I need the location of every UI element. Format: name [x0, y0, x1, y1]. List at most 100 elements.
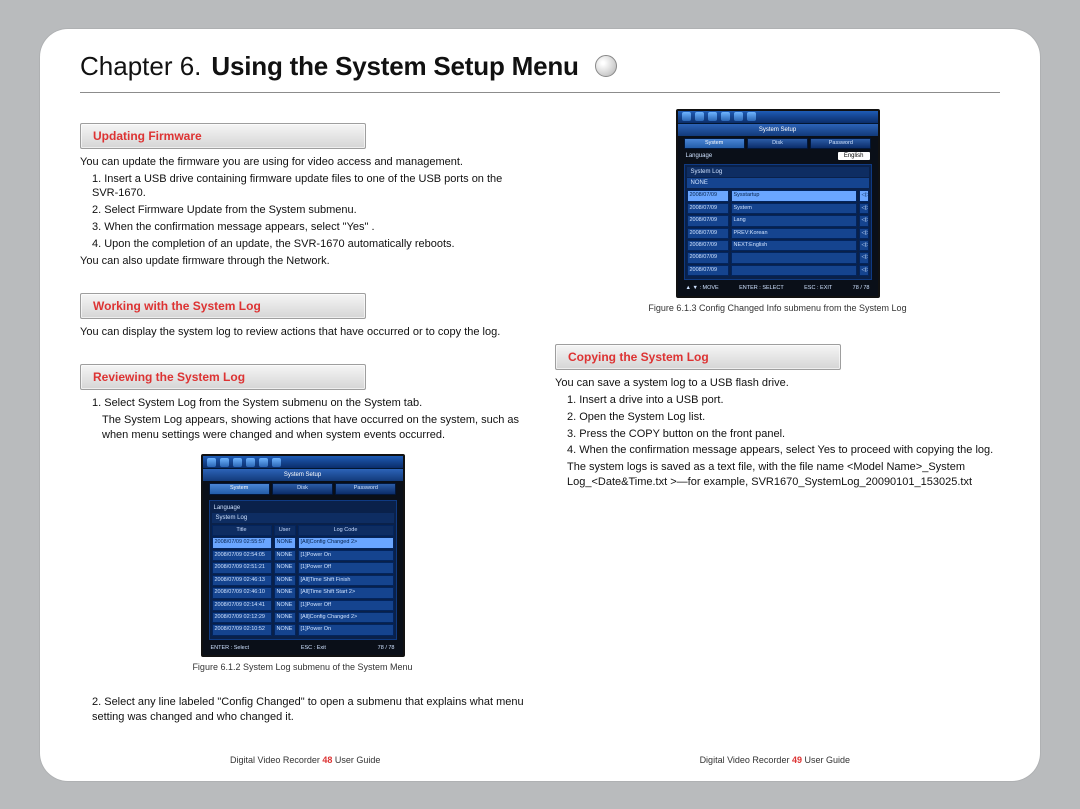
chapter-number: Chapter 6. — [80, 51, 201, 82]
mini-tab-disk: Disk — [272, 483, 333, 494]
mini-window-title: System Setup — [203, 469, 403, 481]
table-row: 2008/07/09◁▷ — [687, 252, 869, 263]
table-row: 2008/07/09 02:46:13NONE[All]Time Shift F… — [212, 575, 394, 586]
mini-field-label: Language — [212, 503, 394, 513]
page-number: 48 — [322, 755, 332, 765]
list-item: 2. Select any line labeled "Config Chang… — [80, 695, 525, 725]
footer-text: Digital Video Recorder — [700, 755, 792, 765]
table-row: 2008/07/09System◁▷ — [687, 203, 869, 214]
mini-toolbar — [203, 456, 403, 469]
footer-left: Digital Video Recorder 48 User Guide — [230, 755, 380, 765]
footer-text: User Guide — [332, 755, 380, 765]
body-text: The System Log appears, showing actions … — [80, 413, 525, 443]
col-user: User — [274, 525, 296, 536]
mini-tab-system: System — [684, 138, 745, 149]
toolbar-icon — [695, 112, 704, 121]
mini-label: Language — [686, 152, 713, 160]
toolbar-icon — [708, 112, 717, 121]
heading-working-syslog: Working with the System Log — [80, 293, 366, 319]
mini-group-label: System Log — [212, 513, 394, 523]
col-logcode: Log Code — [298, 525, 394, 536]
body-text: You can save a system log to a USB flash… — [555, 376, 1000, 391]
table-row: 2008/07/09PREV:Korean◁▷ — [687, 228, 869, 239]
hint-enter: ENTER : Select — [211, 645, 250, 652]
list-item: 4. Upon the completion of an update, the… — [80, 237, 525, 252]
table-row: 2008/07/09 02:54:05NONE[1]Power On — [212, 550, 394, 561]
left-column: Updating Firmware You can update the fir… — [80, 109, 525, 737]
toolbar-icon — [233, 458, 242, 467]
toolbar-icon — [272, 458, 281, 467]
hint-select: ENTER : SELECT — [739, 285, 784, 292]
divider — [80, 92, 1000, 93]
chapter-header: Chapter 6. Using the System Setup Menu — [80, 51, 617, 82]
hint-exit: ESC : EXIT — [804, 285, 832, 292]
footer-right: Digital Video Recorder 49 User Guide — [700, 755, 850, 765]
mini-tabs: System Disk Password — [678, 136, 878, 151]
mini-footer: ▲ ▼ : MOVE ENTER : SELECT ESC : EXIT 78 … — [678, 283, 878, 292]
mini-value: English — [838, 152, 870, 160]
heading-updating-firmware: Updating Firmware — [80, 123, 366, 149]
page-number: 49 — [792, 755, 802, 765]
toolbar-icon — [259, 458, 268, 467]
figure-caption: Figure 6.1.2 System Log submenu of the S… — [192, 661, 412, 673]
list-item: 4. When the confirmation message appears… — [555, 443, 1000, 458]
table-row: 2008/07/09 02:14:41NONE[1]Power Off — [212, 600, 394, 611]
heading-reviewing-syslog: Reviewing the System Log — [80, 364, 366, 390]
mini-window-title: System Setup — [678, 124, 878, 136]
right-column: System Setup System Disk Password Langua… — [555, 109, 1000, 737]
mini-row: Language English — [678, 151, 878, 161]
figure-caption: Figure 6.1.3 Config Changed Info submenu… — [648, 302, 906, 314]
list-item: 2. Select Firmware Update from the Syste… — [80, 203, 525, 218]
mini-tab-password: Password — [335, 483, 396, 494]
table-row: 2008/07/09Lang◁▷ — [687, 215, 869, 226]
table-row: 2008/07/09NEXT:English◁▷ — [687, 240, 869, 251]
list-item: 2. Open the System Log list. — [555, 410, 1000, 425]
page-card: Chapter 6. Using the System Setup Menu U… — [40, 29, 1040, 781]
mini-table-head: Title User Log Code — [212, 525, 394, 536]
hint-move: ▲ ▼ : MOVE — [686, 285, 719, 292]
list-item: 3. When the confirmation message appears… — [80, 220, 525, 235]
body-text: You can display the system log to review… — [80, 325, 525, 340]
list-item: 3. Press the COPY button on the front pa… — [555, 427, 1000, 442]
mini-screenshot: System Setup System Disk Password Langua… — [201, 454, 405, 657]
toolbar-icon — [246, 458, 255, 467]
body-text: You can also update firmware through the… — [80, 254, 525, 269]
toolbar-icon — [207, 458, 216, 467]
mini-screenshot: System Setup System Disk Password Langua… — [676, 109, 880, 298]
page-indicator: 78 / 78 — [853, 285, 870, 292]
footer-text: Digital Video Recorder — [230, 755, 322, 765]
mini-tabs: System Disk Password — [203, 481, 403, 496]
table-row: 2008/07/09◁▷ — [687, 265, 869, 276]
col-title: Title — [212, 525, 272, 536]
mini-submenu: System Log NONE 2008/07/09Sysstartup◁▷ 2… — [684, 164, 872, 280]
table-row: 2008/07/09 02:51:21NONE[1]Power Off — [212, 562, 394, 573]
body-text: You can update the firmware you are usin… — [80, 155, 525, 170]
list-item: 1. Insert a USB drive containing firmwar… — [80, 172, 525, 202]
table-row: 2008/07/09 02:12:29NONE[All]Config Chang… — [212, 612, 394, 623]
table-row: 2008/07/09 02:46:10NONE[All]Time Shift S… — [212, 587, 394, 598]
list-item: 1. Select System Log from the System sub… — [80, 396, 525, 411]
toolbar-icon — [721, 112, 730, 121]
bullet-icon — [595, 55, 617, 77]
columns: Updating Firmware You can update the fir… — [80, 109, 1000, 737]
table-row: 2008/07/09 02:55:57NONE[All]Config Chang… — [212, 537, 394, 548]
toolbar-icon — [220, 458, 229, 467]
mini-toolbar — [678, 111, 878, 124]
toolbar-icon — [747, 112, 756, 121]
mini-footer: ENTER : Select ESC : Exit 78 / 78 — [203, 643, 403, 652]
heading-copying-syslog: Copying the System Log — [555, 344, 841, 370]
mini-table: Language System Log Title User Log Code … — [209, 500, 397, 640]
footer-text: User Guide — [802, 755, 850, 765]
table-row: 2008/07/09 02:10:52NONE[1]Power On — [212, 624, 394, 635]
mini-option: NONE — [687, 178, 869, 188]
mini-tab-disk: Disk — [747, 138, 808, 149]
mini-group-label: System Log — [687, 167, 869, 177]
toolbar-icon — [682, 112, 691, 121]
mini-tab-password: Password — [810, 138, 871, 149]
figure-612: System Setup System Disk Password Langua… — [80, 454, 525, 673]
list-item: 1. Insert a drive into a USB port. — [555, 393, 1000, 408]
hint-esc: ESC : Exit — [301, 645, 326, 652]
chapter-title: Using the System Setup Menu — [211, 51, 578, 82]
page-indicator: 78 / 78 — [378, 645, 395, 652]
table-row: 2008/07/09Sysstartup◁▷ — [687, 190, 869, 201]
